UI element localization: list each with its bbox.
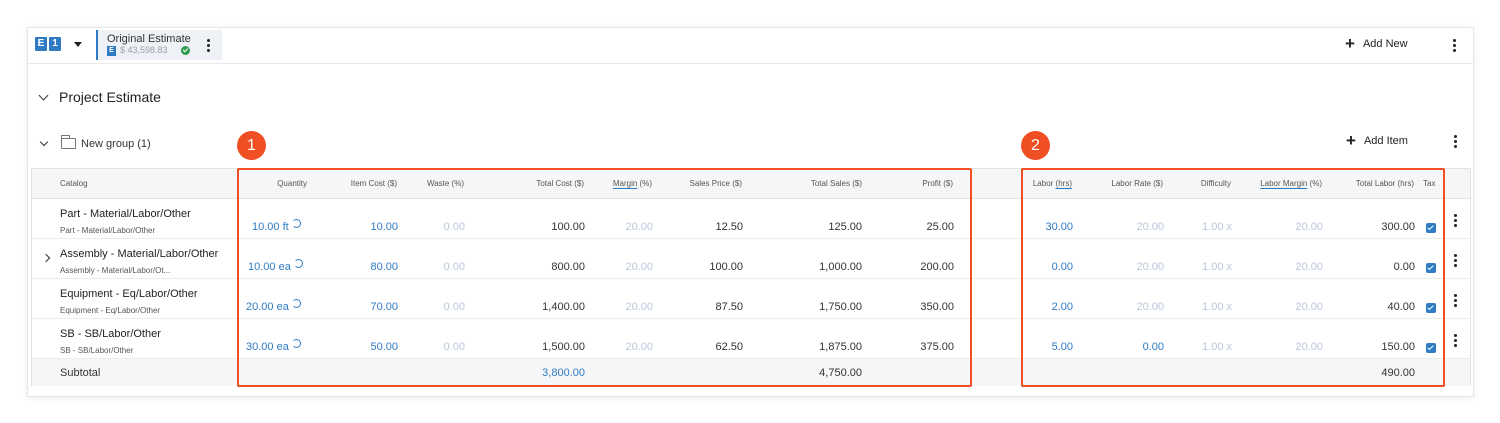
col-catalog: Catalog <box>60 179 88 188</box>
section-collapse-icon[interactable] <box>38 90 49 101</box>
estimate-title: Original Estimate <box>107 33 191 45</box>
callout-badge-1: 1 <box>237 131 266 160</box>
callout-box-1 <box>237 168 972 387</box>
estimate-type-badge: E <box>107 46 116 56</box>
item-name: Equipment - Eq/Labor/Other <box>60 288 198 300</box>
item-name: SB - SB/Labor/Other <box>60 328 161 340</box>
estimate-toolbar: E 1 Original Estimate E $ 43,598.83 + Ad… <box>28 28 1473 64</box>
callout-box-2 <box>1021 168 1445 387</box>
row-more-icon[interactable] <box>1452 214 1458 228</box>
estimate-tab-original[interactable]: Original Estimate E $ 43,598.83 <box>96 30 222 60</box>
plus-icon: + <box>1345 34 1355 53</box>
estimate-more-icon[interactable] <box>205 39 211 53</box>
group-collapse-icon[interactable] <box>39 137 49 147</box>
callout-badge-2: 2 <box>1021 131 1050 160</box>
add-new-label: Add New <box>1362 38 1408 50</box>
folder-icon <box>61 135 76 149</box>
check-circle-icon <box>181 46 190 55</box>
estimate-amount: $ 43,598.83 <box>120 45 168 55</box>
chevron-down-icon[interactable] <box>74 42 82 47</box>
group-more-icon[interactable] <box>1452 135 1458 149</box>
item-subtitle: Equipment - Eq/Labor/Other <box>60 306 161 315</box>
group-title: New group (1) <box>81 138 151 150</box>
add-item-button[interactable]: + Add Item <box>1346 131 1408 150</box>
estimate-panel: E 1 Original Estimate E $ 43,598.83 + Ad… <box>27 27 1474 397</box>
subtotal-label: Subtotal <box>60 367 101 379</box>
chevron-right-icon[interactable] <box>41 253 51 263</box>
row-more-icon[interactable] <box>1452 294 1458 308</box>
badge-letter-e: E <box>35 37 47 51</box>
item-subtitle: Part - Material/Labor/Other <box>60 226 156 235</box>
plus-icon: + <box>1346 131 1356 150</box>
item-name: Assembly - Material/Labor/Other <box>60 248 219 260</box>
row-more-icon[interactable] <box>1452 254 1458 268</box>
row-more-icon[interactable] <box>1452 334 1458 348</box>
badge-letter-1: 1 <box>49 37 61 51</box>
section-title: Project Estimate <box>59 89 161 105</box>
item-name: Part - Material/Labor/Other <box>60 208 191 220</box>
item-subtitle: Assembly - Material/Labor/Ot... <box>60 266 171 275</box>
add-item-label: Add Item <box>1363 135 1408 147</box>
toolbar-more-icon[interactable] <box>1451 39 1457 53</box>
add-new-button[interactable]: + Add New <box>1345 34 1408 53</box>
estimate-switcher-badge[interactable]: E 1 <box>35 37 61 51</box>
item-subtitle: SB - SB/Labor/Other <box>60 346 134 355</box>
